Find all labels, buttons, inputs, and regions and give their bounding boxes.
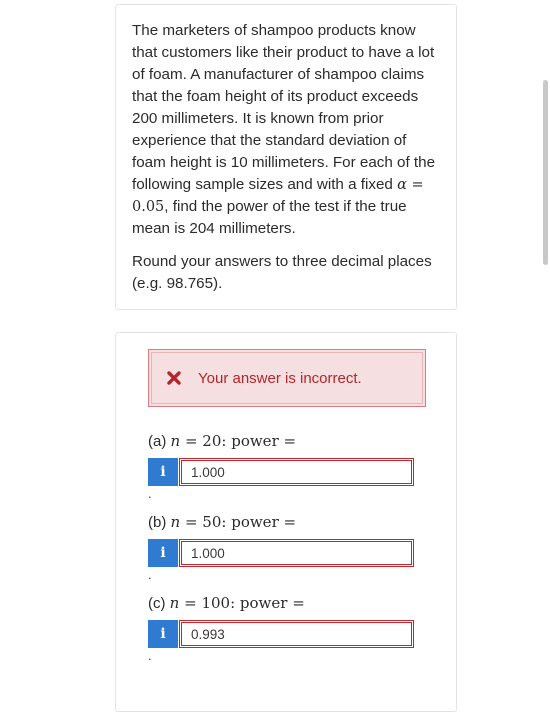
part-c-expr: = 100: power = <box>184 594 305 612</box>
question-text: The marketers of shampoo products know t… <box>132 20 440 240</box>
incorrect-alert: Your answer is incorrect. <box>148 349 426 407</box>
part-a-letter: (a) <box>148 433 167 450</box>
question-text-post: , find the power of the test if the true… <box>132 198 407 237</box>
part-a-expr: = 20: power = <box>184 432 297 450</box>
x-icon <box>166 370 182 386</box>
answer-card: Your answer is incorrect. (a) n = 20: po… <box>115 332 457 712</box>
part-b-dot: . <box>148 567 152 582</box>
question-text-pre: The marketers of shampoo products know t… <box>132 22 436 193</box>
part-a-input[interactable] <box>179 458 414 486</box>
info-icon[interactable]: i <box>148 620 178 648</box>
part-b-letter: (b) <box>148 514 167 531</box>
scrollbar[interactable] <box>543 80 548 265</box>
part-c-label: (c) n = 100: power = <box>148 592 438 614</box>
alpha-symbol: α <box>397 177 407 193</box>
part-c-expression: n = 100: power = <box>170 594 305 612</box>
part-c: (c) n = 100: power = i . <box>148 592 438 665</box>
part-a-label: (a) n = 20: power = <box>148 430 438 452</box>
part-b-expr: = 50: power = <box>184 513 297 531</box>
part-a: (a) n = 20: power = i . <box>148 430 438 503</box>
part-c-n-symbol: n <box>169 594 180 612</box>
part-b: (b) n = 50: power = i . <box>148 511 438 584</box>
question-card: The marketers of shampoo products know t… <box>115 4 457 310</box>
part-b-expression: n = 50: power = <box>171 513 297 531</box>
info-icon[interactable]: i <box>148 458 178 486</box>
alert-message: Your answer is incorrect. <box>198 369 362 387</box>
part-b-label: (b) n = 50: power = <box>148 511 438 533</box>
part-b-n-symbol: n <box>170 513 181 531</box>
part-c-answer-row: i <box>148 620 438 648</box>
part-a-n-symbol: n <box>170 432 181 450</box>
part-c-input[interactable] <box>179 620 414 648</box>
part-a-answer-row: i <box>148 458 438 486</box>
part-b-answer-row: i <box>148 539 438 567</box>
part-a-dot: . <box>148 486 152 501</box>
info-icon[interactable]: i <box>148 539 178 567</box>
part-c-dot: . <box>148 648 152 663</box>
part-c-letter: (c) <box>148 595 166 612</box>
rounding-instructions: Round your answers to three decimal plac… <box>132 253 432 292</box>
part-a-expression: n = 20: power = <box>171 432 297 450</box>
part-b-input[interactable] <box>179 539 414 567</box>
